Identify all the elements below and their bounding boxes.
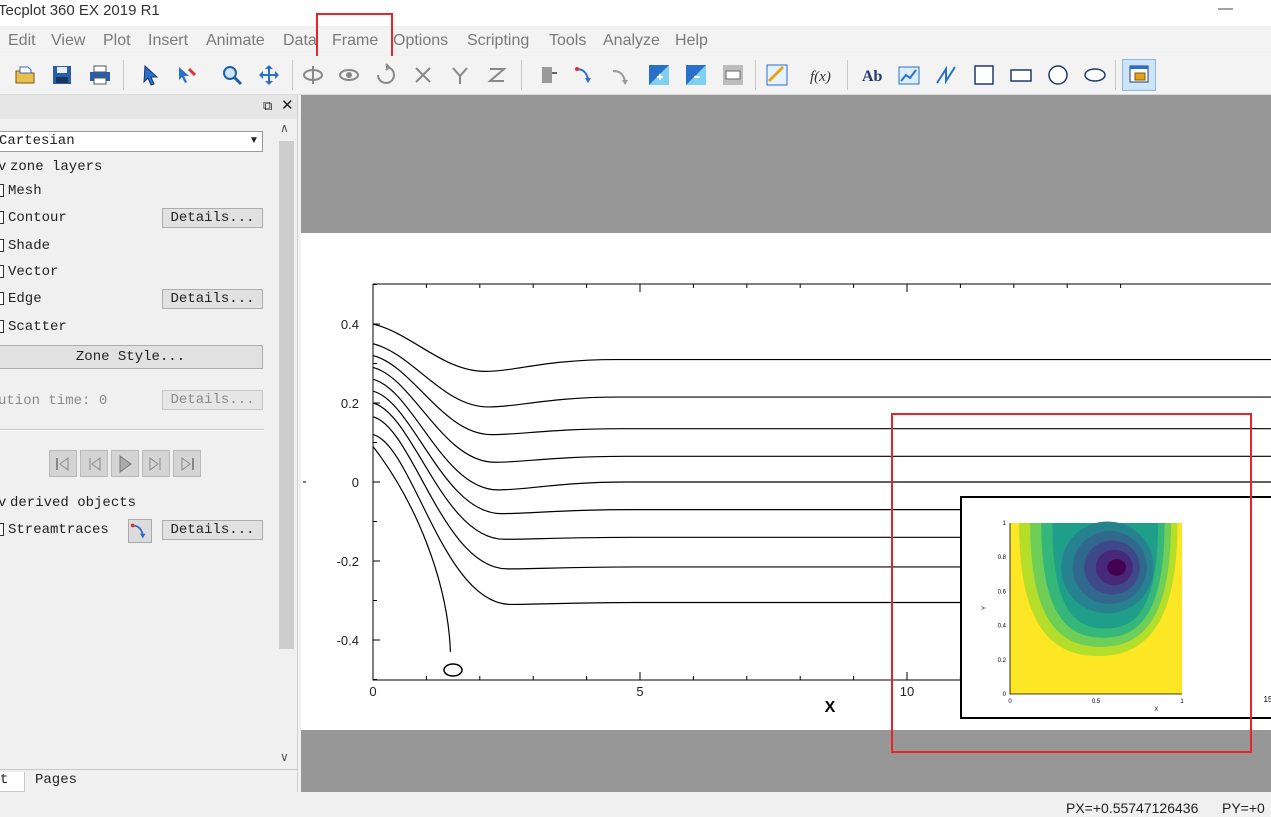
- inset-x-tick-label: 15: [1264, 695, 1271, 704]
- y-tick-label: -0.2: [337, 554, 359, 569]
- inset-y-tick-label: 0.8: [998, 555, 1007, 561]
- streamline-curve: [372, 323, 1271, 373]
- status-px: PX=+0.55747126436: [1066, 800, 1199, 816]
- inset-x-axis-label: X: [1154, 707, 1158, 713]
- y-tick-label: 0.2: [341, 396, 359, 411]
- y-tick-label: 0.4: [341, 317, 359, 332]
- status-py: PY=+0: [1222, 800, 1265, 816]
- plot-svg: 0.40.20-0.2-0.40 5 10X 10.80.60.40.200 0.5 1…: [303, 283, 1271, 753]
- inset-y-tick-label: 0.4: [998, 624, 1007, 630]
- streamline-curve: [372, 355, 1271, 436]
- inset-y-tick-label: 0.6: [998, 589, 1007, 595]
- y-tick-label: 0: [352, 475, 359, 490]
- inset-x-tick-label: 0.5: [1092, 699, 1101, 705]
- status-bar: PX=+0.55747126436 PY=+0: [0, 792, 1271, 817]
- inset-y-tick-label: 0.2: [998, 658, 1007, 664]
- x-axis-label: X: [825, 699, 836, 716]
- x-tick-label: 10: [900, 684, 914, 699]
- streamline-curve: [372, 446, 452, 652]
- streamline-curve: [372, 390, 1271, 515]
- x-tick-label: 0: [369, 684, 376, 699]
- inset-y-axis-label: Y: [982, 606, 988, 610]
- recirculation-loop: [443, 663, 463, 677]
- inset-frame[interactable]: 10.80.60.40.200 0.5 1 15XY: [960, 496, 1271, 719]
- y-tick-label: -0.4: [337, 633, 359, 648]
- streamline-curve: [372, 343, 1271, 408]
- x-tick-label: 5: [636, 684, 643, 699]
- inset-contour-band: [1107, 559, 1126, 576]
